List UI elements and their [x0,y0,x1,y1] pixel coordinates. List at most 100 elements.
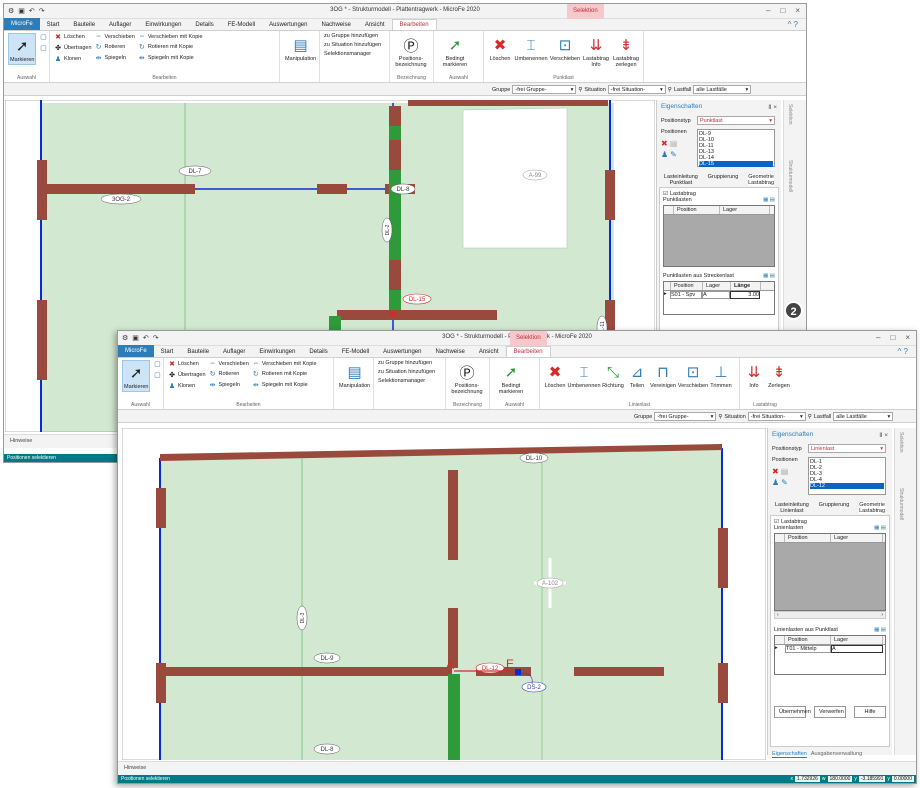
lastfall-dropdown[interactable]: alle Lastfälle ▾ [693,85,752,94]
loeschen-button[interactable]: ✖ Löschen [54,33,92,41]
vereinigen-button[interactable]: ⊓ Vereinigen [650,360,676,390]
scroll-right-icon[interactable]: › [881,612,883,618]
verwerfen-button[interactable]: Verwerfen [814,706,846,718]
filter2-icon[interactable]: ⚲ [668,87,672,93]
positionsbezeichnung-button[interactable]: Ⓟ Positions- bezeichnung [394,33,428,69]
subtab-lasteinleitung[interactable]: Lasteinleitung Linienlast [775,502,809,514]
tab-eigenschaften[interactable]: Eigenschaften [772,751,807,758]
sidebar-tab-selektion[interactable]: Selektion [787,104,793,125]
umbenennen-button[interactable]: ⌶ Umbenennen [567,360,600,390]
positionen-list[interactable]: DL-9 DL-10 DL-11 DL-13 DL-14 DL-15 [697,129,775,167]
grid-tools-icon[interactable]: ▦ ▤ [763,273,775,279]
tab-einwirkungen[interactable]: Einwirkungen [252,347,302,357]
selektionsmanager-button[interactable]: Selektionsmanager [324,51,381,57]
subtab-gruppierung[interactable]: Gruppierung [819,502,850,514]
panel-pin-icon[interactable]: Ⅱ × [879,431,888,439]
rotieren-kopie-button[interactable]: ↻ Rotieren mit Kopie [252,370,317,378]
uebernehmen-button[interactable]: Übernehmen [774,706,811,718]
filter-icon[interactable]: ⚲ [718,414,722,420]
trimmen-button[interactable]: ⊥ Trimmen [710,360,732,390]
grid-tools-icon[interactable]: ▦ ▤ [874,627,886,633]
situation-dropdown[interactable]: -frei Situation- ▾ [607,85,666,94]
tab-auflager[interactable]: Auflager [102,20,138,30]
verschieben-button[interactable]: ⇔ Verschieben [95,33,135,40]
gruppe-dropdown[interactable]: -frei Gruppe- ▾ [654,412,717,421]
uebertragen-button[interactable]: ✤ Übertragen [54,44,91,52]
spiegeln-button[interactable]: ⇹ Spiegeln [95,54,135,62]
minimize-icon[interactable]: – [766,6,770,15]
tab-fe-modell[interactable]: FE-Modell [221,20,262,30]
rotieren-button[interactable]: ↻ Rotieren [95,43,135,51]
situation-button[interactable]: zu Situation hinzufügen [324,42,381,48]
tab-auflager[interactable]: Auflager [216,347,252,357]
close-icon[interactable]: × [905,333,910,342]
positionen-list[interactable]: DL-1 DL-2 DL-3 DL-4 DL-12 [808,457,886,495]
tab-microfe[interactable]: MicroFe [118,345,154,357]
loeschen-button[interactable]: ✖ Löschen [168,360,206,368]
klonen-button[interactable]: ♟ Klonen [168,382,206,390]
filter-icon[interactable]: ⚲ [578,87,582,93]
drawing-canvas[interactable]: A-102 DL-10 DL-3 DL-9 DL-8 DL-12 DS-2 A … [122,428,766,760]
help-icon[interactable]: ^ ? [898,347,908,356]
sidebar-tab-selektion[interactable]: Selektion [898,432,904,453]
loeschen2-button[interactable]: ✖ Löschen [488,33,512,63]
uebertragen-button[interactable]: ✤ Übertragen [168,371,205,379]
strecken-laenge-cell[interactable]: 3.00 [730,291,760,299]
markieren-button[interactable]: ➚ Markieren [122,360,151,392]
bedingt-markieren-button[interactable]: ➚ Bedingt markieren [494,360,528,396]
punkt-grid[interactable]: Position Lager ▸ T01 - Mittelp A [774,635,886,675]
lastabtrag-zerlegen-button[interactable]: ⇟ Lastabtrag zerlegen [612,33,640,69]
select-icon[interactable]: ▢ [153,360,161,368]
klonen-button[interactable]: ♟ Klonen [54,55,92,63]
tab-details[interactable]: Details [188,20,220,30]
positionstyp-dropdown[interactable]: Punktlast ▾ [697,116,775,125]
verschieben2-button[interactable]: ⊡ Verschieben [678,360,708,390]
subtab-gruppierung[interactable]: Gruppierung [708,174,739,186]
tab-start[interactable]: Start [40,20,67,30]
strecken-grid[interactable]: Position Lager Länge ▸ S01 - Spv A 3.00 [663,281,775,315]
maximize-icon[interactable]: □ [890,333,895,342]
verschieben2-button[interactable]: ⊡ Verschieben [550,33,580,63]
verschieben-button[interactable]: ⇔ Verschieben [209,360,249,367]
tab-bearbeiten[interactable]: Bearbeiten [505,346,551,357]
tab-bauteile[interactable]: Bauteile [66,20,102,30]
spiegeln-kopie-button[interactable]: ⇹ Spiegeln mit Kopie [138,54,203,62]
horizontal-scrollbar[interactable]: ‹ › [774,611,886,619]
situation-dropdown[interactable]: -frei Situation- ▾ [747,412,806,421]
manipulation-button[interactable]: ▤ Manipulation [338,360,371,390]
tab-bauteile[interactable]: Bauteile [180,347,216,357]
tab-nachweise[interactable]: Nachweise [428,347,471,357]
verschieben-kopie-button[interactable]: ⇔ Verschieben mit Kopie [138,33,202,40]
punktlasten-grid[interactable]: Position Lager [663,205,775,267]
panel-pin-icon[interactable]: Ⅱ × [768,103,777,111]
tool-icon[interactable]: ✎ [781,478,788,487]
tab-details[interactable]: Details [302,347,334,357]
add-icon[interactable]: ▤ [670,139,678,148]
grid-tools-icon[interactable]: ▦ ▤ [763,197,775,203]
sidebar-tab-strukturmodell[interactable]: Strukturmodell [787,160,793,192]
subtab-geometrie[interactable]: Geometrie Lastabtrag [748,174,775,186]
info-button[interactable]: ⇊ Info [744,360,764,390]
tab-ansicht[interactable]: Ansicht [358,20,392,30]
strecken-lager-cell[interactable]: A [702,291,730,299]
person-icon[interactable]: ♟ [772,478,779,487]
tab-bearbeiten[interactable]: Bearbeiten [391,19,437,30]
filter2-icon[interactable]: ⚲ [808,414,812,420]
loeschen2-button[interactable]: ✖ Löschen [544,360,566,390]
tab-start[interactable]: Start [154,347,181,357]
punkt-lager-cell[interactable]: A [831,645,883,653]
spiegeln-kopie-button[interactable]: ⇹ Spiegeln mit Kopie [252,381,317,389]
gruppe-button[interactable]: zu Gruppe hinzufügen [324,33,381,39]
bedingt-markieren-button[interactable]: ➚ Bedingt markieren [438,33,472,69]
punkt-position-cell[interactable]: T01 - Mittelp [785,645,831,653]
list-item[interactable]: DL-12 [810,483,884,489]
minimize-icon[interactable]: – [876,333,880,342]
tab-nachweise[interactable]: Nachweise [314,20,357,30]
lastfall-dropdown[interactable]: alle Lastfälle ▾ [833,412,894,421]
selected-point-load[interactable] [390,311,396,317]
select-add-icon[interactable]: ▢ [153,371,161,379]
select-icon[interactable]: ▢ [39,33,47,41]
positionstyp-dropdown[interactable]: Linienlast ▾ [808,444,886,453]
remove-icon[interactable]: ✖ [772,467,779,476]
spiegeln-button[interactable]: ⇹ Spiegeln [209,381,249,389]
